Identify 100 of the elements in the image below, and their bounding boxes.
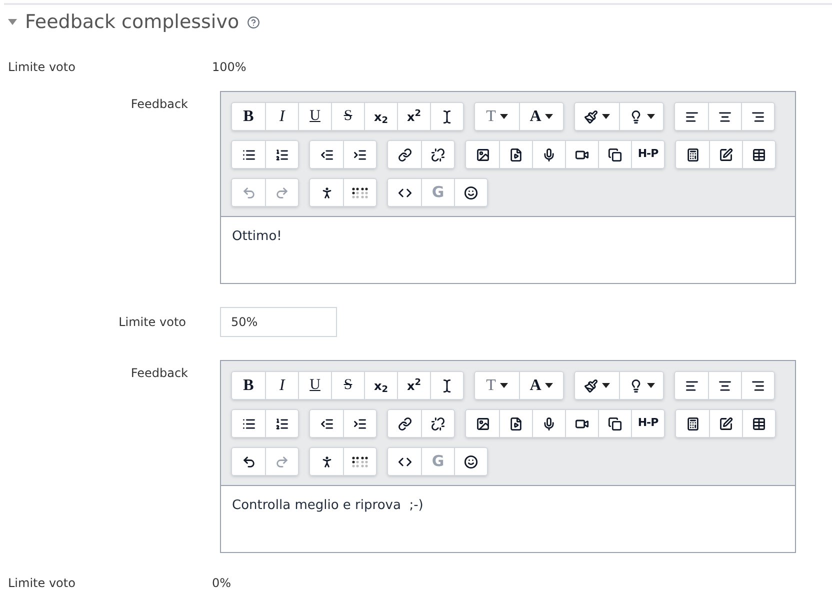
field-label: Limite voto [7,59,76,76]
caret-icon [500,383,508,388]
emoji-button[interactable] [454,448,487,475]
alignright-button[interactable] [741,372,774,399]
align-left-icon [684,378,698,392]
mic-button[interactable] [532,141,565,168]
help-icon[interactable] [247,16,260,28]
undo-button[interactable] [232,448,265,475]
clear-button[interactable] [430,372,463,399]
caret-icon [545,383,554,388]
align-left-icon [684,110,698,124]
numbers-button[interactable] [265,141,298,168]
paintbrush-icon [584,378,598,392]
accessibility-button[interactable] [310,179,343,206]
undo-icon [242,454,256,468]
numbers-button[interactable] [265,410,298,437]
image-icon [476,148,490,162]
unlink-icon [431,148,445,162]
bullets-button[interactable] [232,141,265,168]
bulb-button[interactable] [619,103,663,130]
align-right-icon [751,378,765,392]
braille-button[interactable] [343,179,376,206]
bullet-list-icon [242,148,256,162]
braille-dots-icon [352,456,368,468]
brush-button[interactable] [575,103,619,130]
redo-icon [275,454,289,468]
input-field[interactable]: 50% [220,307,337,337]
accessibility-button[interactable] [310,448,343,475]
brush-button[interactable] [575,372,619,399]
code-button[interactable] [388,448,421,475]
aligncenter-button[interactable] [708,372,741,399]
edit-button[interactable] [709,141,742,168]
strikethrough-button[interactable]: S [331,103,364,130]
h5p-button[interactable]: H-P [631,410,664,437]
braille-button[interactable] [343,448,376,475]
field-label: Limite voto [118,314,186,331]
mic-button[interactable] [532,410,565,437]
pencil-square-icon [719,148,733,162]
table-button[interactable] [742,410,775,437]
caret-icon [602,114,610,119]
edit-button[interactable] [709,410,742,437]
font-color-button[interactable]: A [519,103,563,130]
alignleft-button[interactable] [675,103,708,130]
font-color-button[interactable]: A [519,372,563,399]
subscript-button[interactable]: x$_{2}$ [364,103,397,130]
files-button[interactable] [598,410,631,437]
alignright-button[interactable] [741,103,774,130]
code-button[interactable] [388,179,421,206]
underline-button[interactable]: U [298,103,331,130]
files-button[interactable] [598,141,631,168]
strikethrough-button[interactable]: S [331,372,364,399]
indent-icon [353,416,367,430]
bullets-button[interactable] [232,410,265,437]
section-title: Feedback complessivo [25,10,240,35]
video-button[interactable] [565,141,598,168]
calculator-icon [686,416,700,430]
underline-button[interactable]: U [298,372,331,399]
subscript-button[interactable]: x$_{2}$ [364,372,397,399]
outdent-icon [320,416,334,430]
table-icon [752,416,766,430]
image-button[interactable] [466,141,499,168]
font-size-button[interactable]: T [475,103,519,130]
bold-button[interactable]: B [232,372,265,399]
field-label: Feedback [130,96,188,113]
indent-button[interactable] [343,141,376,168]
indent-button[interactable] [343,410,376,437]
calculator-button[interactable] [676,141,709,168]
bulb-button[interactable] [619,372,663,399]
superscript-button[interactable]: x$^{2}$ [397,372,430,399]
emoji-button[interactable] [454,179,487,206]
numbered-list-icon [275,416,289,430]
microphone-icon [542,416,556,430]
calculator-button[interactable] [676,410,709,437]
caret-icon[interactable] [8,19,17,25]
alignleft-button[interactable] [675,372,708,399]
outdent-button[interactable] [310,410,343,437]
aligncenter-button[interactable] [708,103,741,130]
outdent-button[interactable] [310,141,343,168]
h5p-button[interactable]: H-P [631,141,664,168]
table-button[interactable] [742,141,775,168]
italic-button[interactable]: I [265,372,298,399]
unlink-button[interactable] [421,141,454,168]
caret-icon [646,114,654,119]
italic-button[interactable]: I [265,103,298,130]
field-label: Feedback [130,365,188,382]
link-button[interactable] [388,410,421,437]
font-size-button[interactable]: T [475,372,519,399]
caret-icon [602,383,610,388]
unlink-button[interactable] [421,410,454,437]
clear-button[interactable] [430,103,463,130]
image-button[interactable] [466,410,499,437]
bullet-list-icon [242,416,256,430]
superscript-button[interactable]: x$^{2}$ [397,103,430,130]
text-area[interactable]: Controlla meglio e riprova ;-) [221,485,795,552]
link-button[interactable] [388,141,421,168]
media-button[interactable] [499,141,532,168]
media-button[interactable] [499,410,532,437]
bold-button[interactable]: B [232,103,265,130]
video-button[interactable] [565,410,598,437]
text-area[interactable]: Ottimo! [221,216,795,283]
